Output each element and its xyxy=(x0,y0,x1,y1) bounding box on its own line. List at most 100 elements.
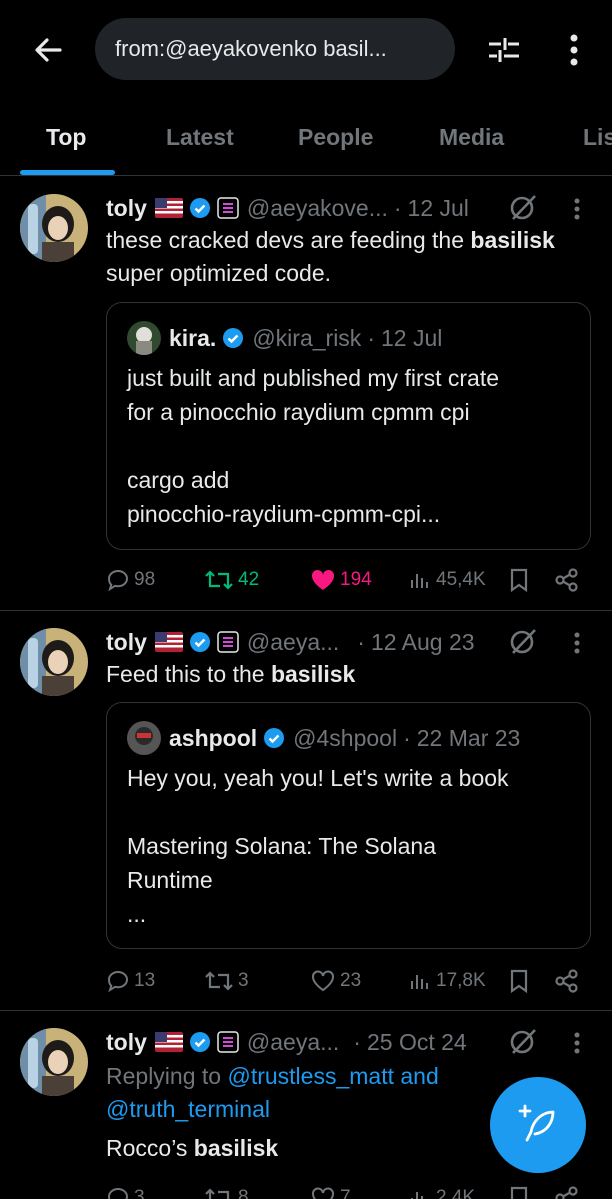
more-options-icon[interactable] xyxy=(560,30,588,70)
grok-icon[interactable] xyxy=(508,626,538,656)
search-tabs: Top Latest People Media Lis xyxy=(0,100,612,176)
reply-button[interactable]: 98 xyxy=(106,563,155,597)
bookmark-button[interactable] xyxy=(508,964,534,998)
active-tab-indicator xyxy=(20,170,115,175)
reply-count: 13 xyxy=(134,970,156,991)
tweet-actions: 13 3 23 17,8K xyxy=(106,964,586,998)
view-count: 2,4K xyxy=(436,1187,476,1199)
author-handle[interactable]: @aeya... xyxy=(247,1029,339,1056)
avatar[interactable] xyxy=(20,194,88,262)
tab-media[interactable]: Media xyxy=(439,124,504,151)
us-flag-icon xyxy=(154,632,183,652)
replying-conjunction: and xyxy=(393,1063,439,1089)
quote-line: just built and published my first crate xyxy=(127,365,500,391)
reply-button[interactable]: 3 xyxy=(106,1181,145,1199)
tweet-more-icon[interactable] xyxy=(568,1028,586,1058)
us-flag-icon xyxy=(154,1032,183,1052)
verified-badge-icon xyxy=(189,198,210,218)
tweet-text: Feed this to the basilisk xyxy=(106,658,586,691)
tweet-text: these cracked devs are feeding the basil… xyxy=(106,224,586,290)
like-button[interactable]: 23 xyxy=(310,964,361,998)
avatar[interactable] xyxy=(20,628,88,696)
bookmark-button[interactable] xyxy=(508,1181,534,1199)
search-input[interactable]: from:@aeyakovenko basil... xyxy=(95,18,455,80)
quote-author-handle: @kira_risk xyxy=(252,324,362,351)
bookmark-icon xyxy=(510,1186,528,1199)
filter-sliders-icon[interactable] xyxy=(484,30,524,70)
repost-button[interactable]: 3 xyxy=(204,964,249,998)
avatar[interactable] xyxy=(20,1028,88,1096)
separator-dot: · xyxy=(393,194,402,221)
tweet-text-part: super optimized code. xyxy=(106,260,332,286)
tab-top[interactable]: Top xyxy=(46,124,86,151)
mention-link[interactable]: @truth_terminal xyxy=(106,1096,270,1122)
solana-affiliate-icon xyxy=(217,197,239,219)
like-count: 23 xyxy=(340,970,362,991)
quote-line: Mastering Solana: The Solana xyxy=(127,833,436,859)
views-button[interactable]: 17,8K xyxy=(408,964,486,998)
quoted-tweet[interactable]: ashpool @4shpool · 22 Mar 23 Hey you, ye… xyxy=(106,702,591,949)
us-flag-icon xyxy=(154,198,183,218)
solana-affiliate-icon xyxy=(217,631,239,653)
separator-dot: · xyxy=(367,324,375,351)
share-button[interactable] xyxy=(554,964,584,998)
search-highlight: basilisk xyxy=(470,227,555,253)
author-name[interactable]: toly xyxy=(106,195,147,222)
quote-date: 22 Mar 23 xyxy=(416,724,521,751)
compose-feather-icon xyxy=(518,1104,555,1142)
view-count: 17,8K xyxy=(436,970,486,991)
share-icon xyxy=(555,568,578,592)
bookmark-button[interactable] xyxy=(508,563,534,597)
tweet-date[interactable]: 12 Jul xyxy=(408,195,469,222)
tab-latest[interactable]: Latest xyxy=(166,124,234,151)
verified-badge-icon xyxy=(189,1032,210,1052)
compose-button[interactable] xyxy=(490,1077,586,1173)
reply-count: 98 xyxy=(134,569,156,590)
tweet-item[interactable]: toly @aeya... · 12 Aug 23 Feed this to t… xyxy=(0,611,612,1011)
verified-badge-icon xyxy=(264,728,285,748)
quote-avatar xyxy=(127,321,161,355)
tweet-date[interactable]: 25 Oct 24 xyxy=(367,1029,467,1056)
author-name[interactable]: toly xyxy=(106,629,147,656)
quote-author-name: kira. xyxy=(169,324,217,351)
tweet-header: toly @aeya... · 25 Oct 24 xyxy=(106,1026,467,1058)
repost-button[interactable]: 42 xyxy=(204,563,259,597)
reply-button[interactable]: 13 xyxy=(106,964,155,998)
share-button[interactable] xyxy=(554,563,584,597)
like-button[interactable]: 194 xyxy=(310,563,372,597)
repost-button[interactable]: 8 xyxy=(204,1181,249,1199)
views-button[interactable]: 45,4K xyxy=(408,563,486,597)
bookmark-icon xyxy=(510,969,528,994)
heart-icon xyxy=(312,1187,334,1199)
tweet-item[interactable]: toly @aeyakove... · 12 Jul these cracked… xyxy=(0,177,612,611)
author-name[interactable]: toly xyxy=(106,1029,147,1056)
quote-line: Runtime xyxy=(127,867,213,893)
reply-count: 3 xyxy=(134,1187,145,1199)
quoted-tweet[interactable]: kira. @kira_risk · 12 Jul just built and… xyxy=(106,302,591,550)
repost-count: 8 xyxy=(238,1187,249,1199)
separator-dot: · xyxy=(357,628,365,655)
share-button[interactable] xyxy=(554,1181,584,1199)
tweet-more-icon[interactable] xyxy=(568,628,586,658)
repost-icon xyxy=(205,971,233,991)
tweet-actions: 98 42 194 45,4K xyxy=(106,563,586,597)
views-icon xyxy=(411,1192,423,1199)
views-button[interactable]: 2,4K xyxy=(408,1181,475,1199)
tweet-header: toly @aeya... · 12 Aug 23 xyxy=(106,626,475,658)
grok-icon[interactable] xyxy=(508,1026,538,1056)
tab-people[interactable]: People xyxy=(298,124,373,151)
search-highlight: basilisk xyxy=(270,661,356,687)
back-arrow-icon[interactable] xyxy=(28,30,68,70)
like-button[interactable]: 7 xyxy=(310,1181,351,1199)
tweet-more-icon[interactable] xyxy=(568,194,586,224)
tweet-date[interactable]: 12 Aug 23 xyxy=(371,629,475,656)
author-handle[interactable]: @aeya... xyxy=(247,629,339,656)
top-bar: from:@aeyakovenko basil... xyxy=(0,0,612,100)
tab-lists[interactable]: Lis xyxy=(583,124,612,151)
quote-line: Hey you, yeah you! Let's write a book xyxy=(127,765,509,791)
mention-link[interactable]: @trustless_matt xyxy=(227,1063,394,1089)
quote-author-handle: @4shpool xyxy=(293,724,398,751)
grok-icon[interactable] xyxy=(508,192,538,222)
author-handle[interactable]: @aeyakove... xyxy=(247,195,388,222)
repost-icon xyxy=(205,570,233,590)
